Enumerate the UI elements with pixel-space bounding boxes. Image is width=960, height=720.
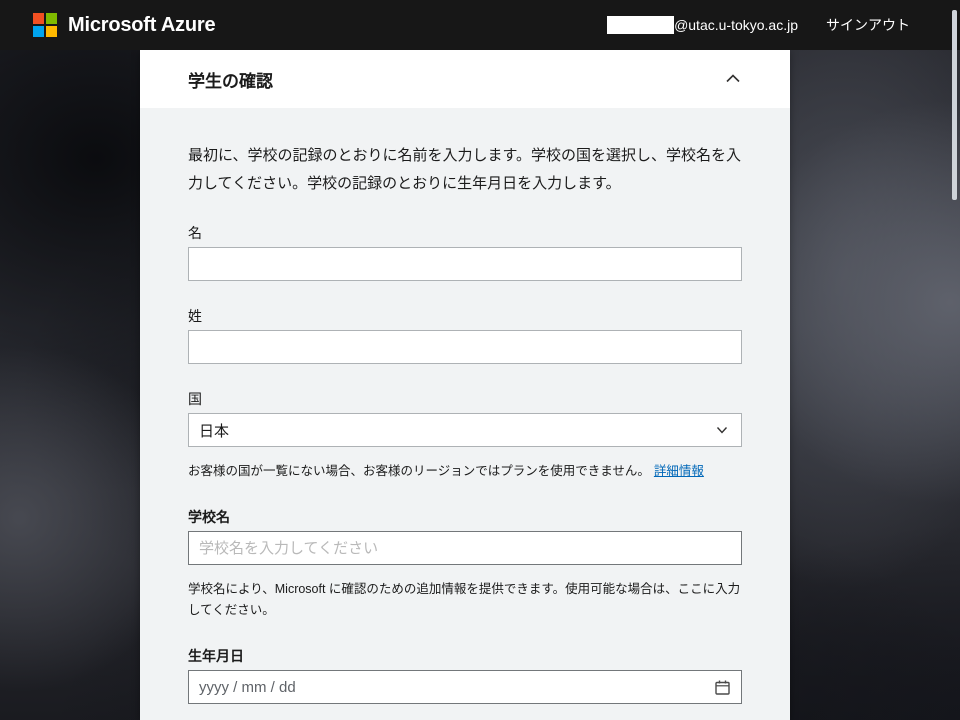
brand-text: Microsoft Azure <box>68 14 215 37</box>
collapse-button[interactable] <box>720 66 746 92</box>
email-domain: @utac.u-tokyo.ac.jp <box>674 17 798 33</box>
last-name-field: 姓 <box>188 306 742 364</box>
first-name-field: 名 <box>188 223 742 281</box>
school-note: 学校名により、Microsoft に確認のための追加情報を提供できます。使用可能… <box>188 579 742 621</box>
country-select[interactable]: 日本 <box>188 413 742 447</box>
topbar: Microsoft Azure @utac.u-tokyo.ac.jp サインア… <box>0 0 960 50</box>
first-name-input[interactable] <box>188 247 742 281</box>
country-note: お客様の国が一覧にない場合、お客様のリージョンではプランを使用できません。詳細情… <box>188 461 742 482</box>
country-field: 国 日本 お客様の国が一覧にない場合、お客様のリージョンではプランを使用できませ… <box>188 389 742 482</box>
azure-home-link[interactable]: Microsoft Azure <box>33 13 215 37</box>
scrollbar-thumb[interactable] <box>952 10 957 200</box>
country-selected-value: 日本 <box>199 420 229 441</box>
country-note-text: お客様の国が一覧にない場合、お客様のリージョンではプランを使用できません。 <box>188 464 650 478</box>
panel-header: 学生の確認 <box>140 50 790 108</box>
birth-date-field: 生年月日 <box>188 646 742 704</box>
last-name-input[interactable] <box>188 330 742 364</box>
student-verification-panel: 学生の確認 最初に、学校の記録のとおりに名前を入力します。学校の国を選択し、学校… <box>140 50 790 720</box>
panel-title: 学生の確認 <box>188 67 273 92</box>
school-name-field: 学校名 学校名により、Microsoft に確認のための追加情報を提供できます。… <box>188 507 742 621</box>
country-label: 国 <box>188 389 742 409</box>
topbar-right: @utac.u-tokyo.ac.jp サインアウト <box>607 15 910 35</box>
birth-date-input[interactable] <box>189 671 714 703</box>
signout-button[interactable]: サインアウト <box>826 15 910 35</box>
first-name-label: 名 <box>188 223 742 243</box>
chevron-down-icon <box>715 423 729 437</box>
account-email[interactable]: @utac.u-tokyo.ac.jp <box>607 16 798 34</box>
birth-date-label: 生年月日 <box>188 646 742 666</box>
description-text: 最初に、学校の記録のとおりに名前を入力します。学校の国を選択し、学校名を入力して… <box>188 142 742 198</box>
calendar-icon <box>714 679 731 696</box>
date-picker-button[interactable] <box>714 679 731 696</box>
school-name-label: 学校名 <box>188 507 742 527</box>
microsoft-logo-icon <box>33 13 57 37</box>
learn-more-link[interactable]: 詳細情報 <box>654 464 704 478</box>
panel-body: 最初に、学校の記録のとおりに名前を入力します。学校の国を選択し、学校名を入力して… <box>140 108 790 704</box>
last-name-label: 姓 <box>188 306 742 326</box>
school-name-input[interactable] <box>188 531 742 565</box>
redacted-username <box>607 16 674 34</box>
chevron-up-icon <box>724 70 742 88</box>
birth-date-input-wrap <box>188 670 742 704</box>
